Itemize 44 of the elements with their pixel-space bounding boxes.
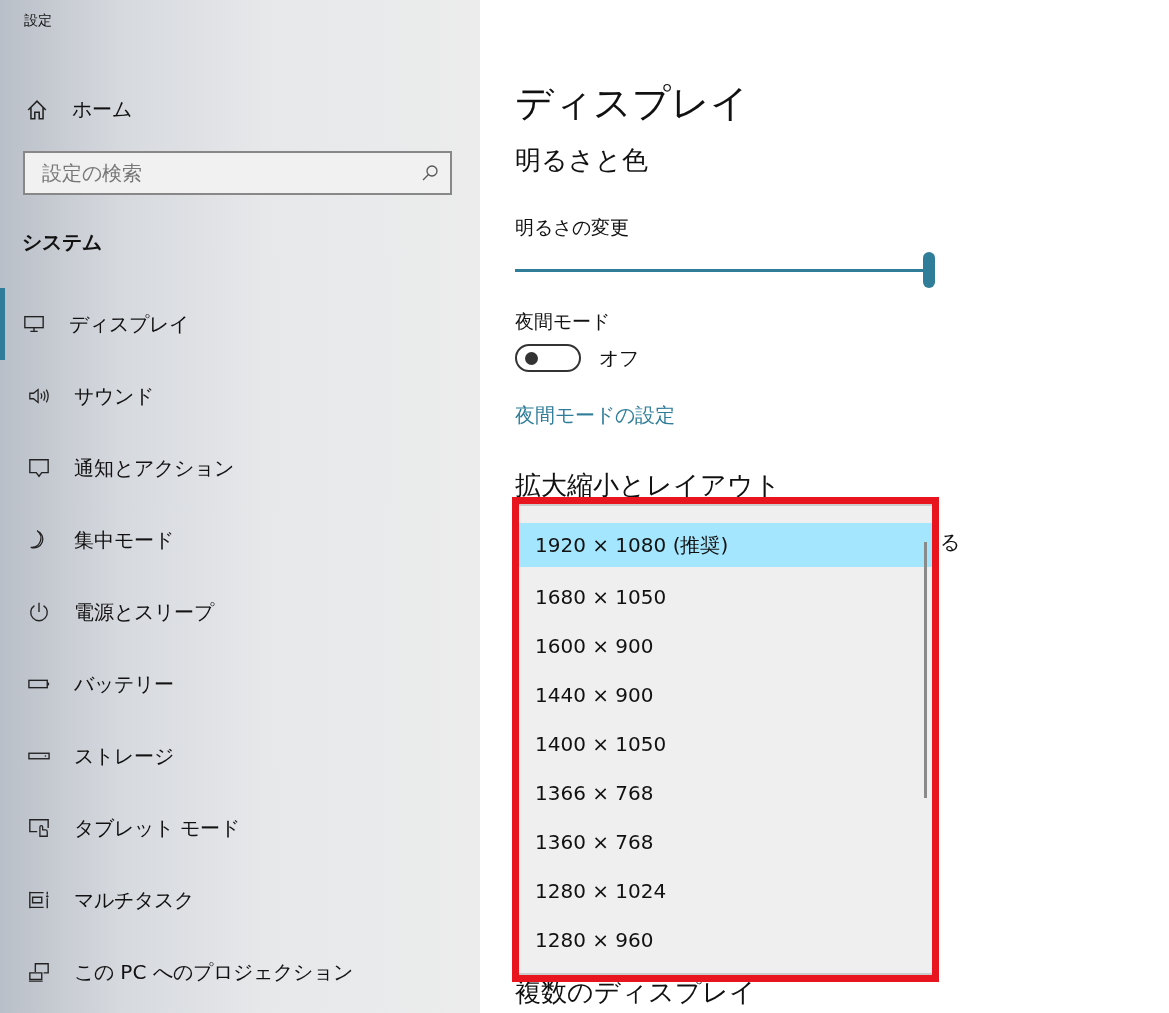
resolution-option[interactable]: 1280 × 1024 — [519, 866, 932, 915]
setting-text: る — [940, 529, 960, 556]
window-title: 設定 — [24, 12, 53, 30]
monitor-icon — [23, 313, 45, 335]
resolution-option[interactable]: 1280 × 960 — [519, 915, 932, 964]
night-mode-settings-link[interactable]: 夜間モードの設定 — [515, 402, 675, 429]
section-heading: 拡大縮小とレイアウト — [515, 469, 782, 502]
page-title: ディスプレイ — [515, 80, 750, 127]
sidebar-item[interactable]: ディスプレイ — [0, 288, 480, 360]
speaker-icon — [28, 385, 50, 407]
resolution-option[interactable]: 1680 × 1050 — [519, 572, 932, 621]
section-heading: システム — [22, 229, 103, 256]
search-icon — [420, 163, 440, 183]
sidebar-item[interactable]: 通知とアクション — [0, 432, 475, 504]
resolution-option[interactable]: 1360 × 768 — [519, 817, 932, 866]
sidebar-item[interactable]: バッテリー — [0, 648, 475, 720]
section-heading: 明るさと色 — [515, 144, 649, 177]
resolution-option[interactable]: 1920 × 1080 (推奨) — [519, 523, 932, 567]
home-icon — [26, 98, 48, 121]
resolution-option[interactable]: 1400 × 1050 — [519, 719, 932, 768]
power-icon — [28, 601, 50, 623]
resolution-option[interactable]: 1440 × 900 — [519, 670, 932, 719]
sidebar-item[interactable]: ストレージ — [0, 720, 475, 792]
sidebar-item[interactable]: この PC へのプロジェクション — [0, 936, 475, 1008]
resolution-option[interactable]: 1600 × 900 — [519, 621, 932, 670]
toggle-state: オフ — [599, 344, 639, 372]
search-field[interactable]: 設定の検索 — [23, 151, 452, 195]
scrollbar[interactable] — [924, 542, 927, 798]
sidebar-item[interactable]: タブレット モード — [0, 792, 475, 864]
sidebar-item[interactable]: 集中モード — [0, 504, 475, 576]
multitask-icon — [28, 889, 50, 911]
sidebar-item[interactable]: サウンド — [0, 360, 475, 432]
projection-icon — [28, 961, 50, 983]
resolution-option[interactable]: 1366 × 768 — [519, 768, 932, 817]
sidebar-item[interactable]: 電源とスリープ — [0, 576, 475, 648]
home-link[interactable]: ホーム — [26, 96, 480, 123]
brightness-label: 明るさの変更 — [515, 215, 630, 240]
message-icon — [28, 457, 50, 479]
brightness-slider[interactable] — [515, 252, 935, 288]
sidebar-item[interactable]: マルチタスク — [0, 864, 475, 936]
night-mode-label: 夜間モード — [515, 309, 611, 334]
night-mode-toggle[interactable] — [515, 344, 581, 372]
slider-thumb[interactable] — [923, 252, 935, 288]
tablet-icon — [28, 817, 50, 839]
